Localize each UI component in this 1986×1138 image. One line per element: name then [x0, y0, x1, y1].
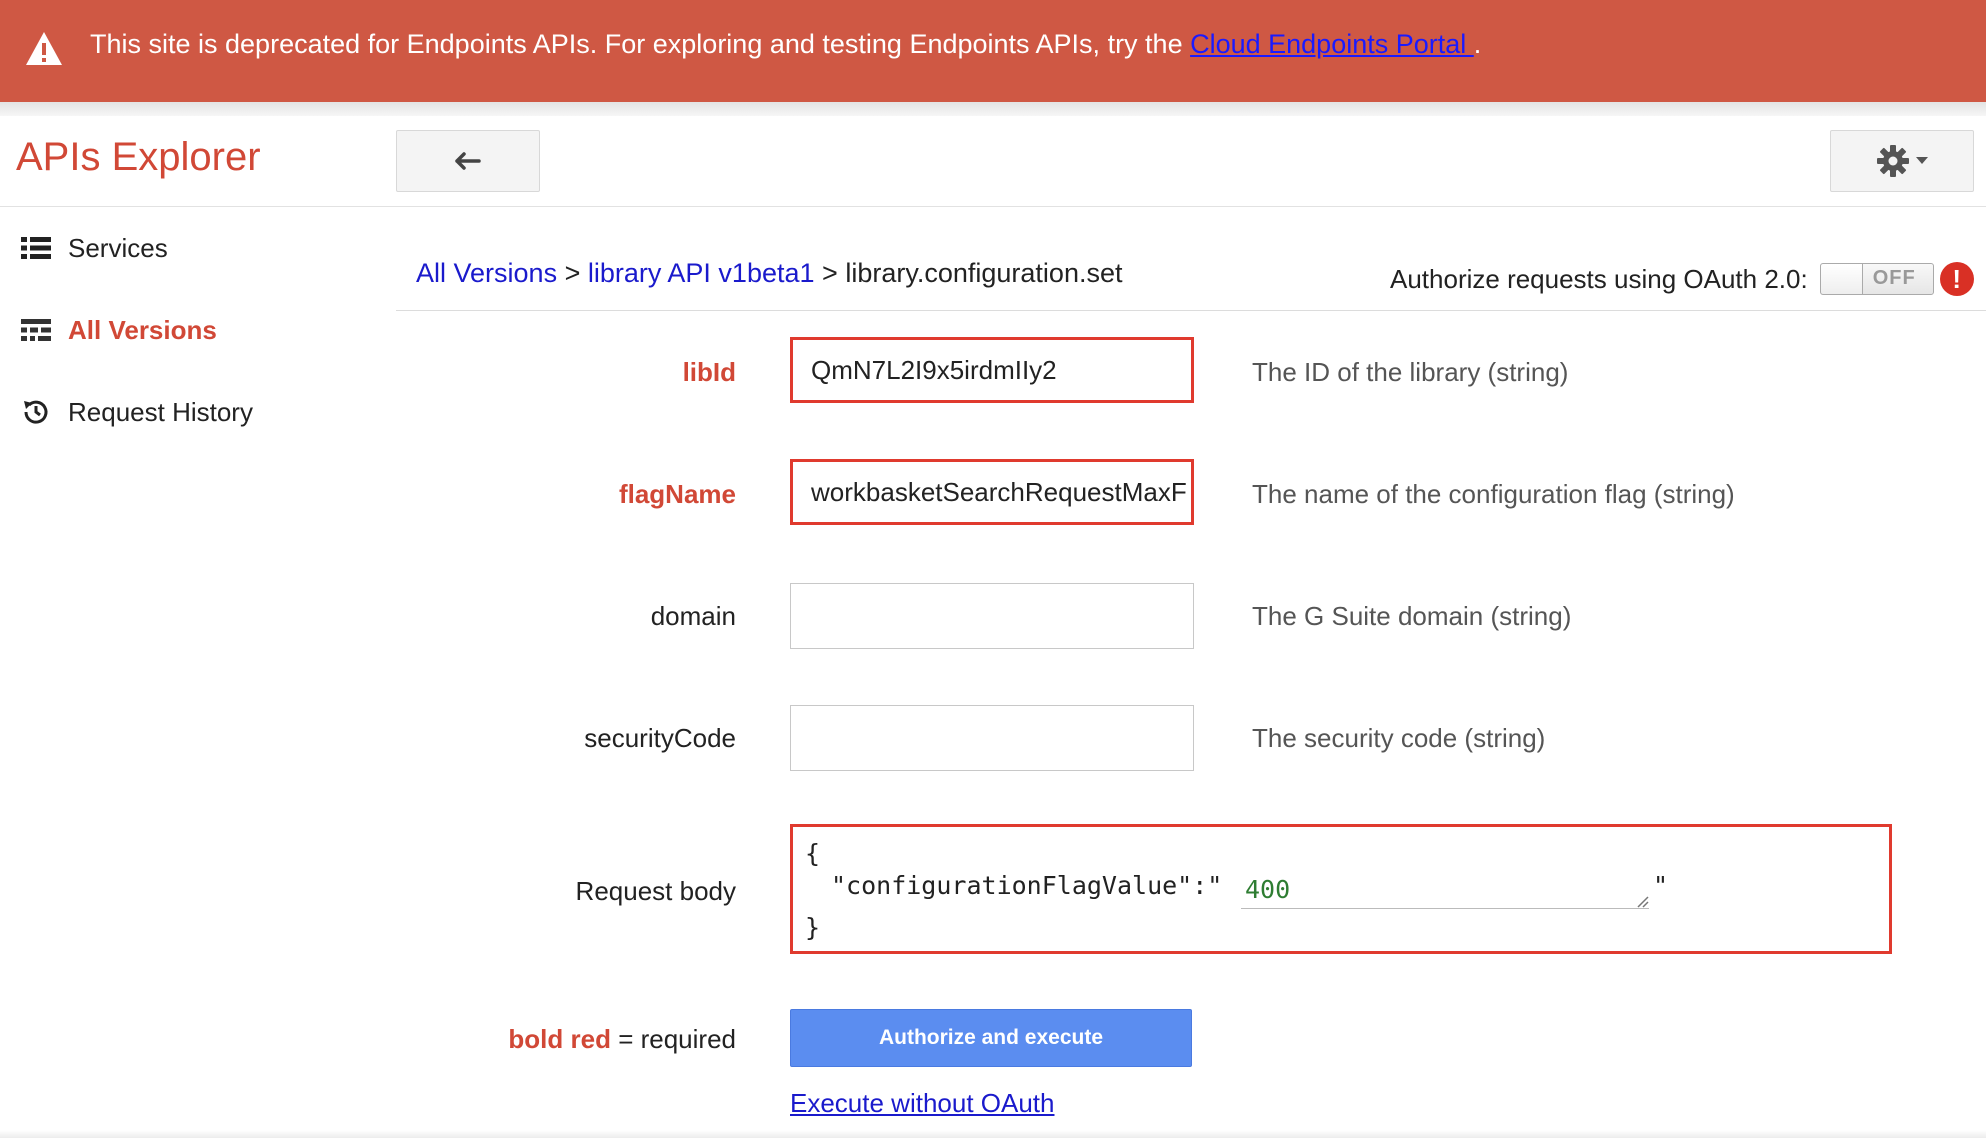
- flagname-input[interactable]: workbasketSearchRequestMaxF: [790, 459, 1194, 525]
- closing-quote: ": [1653, 871, 1669, 900]
- required-legend: bold red = required: [396, 1024, 736, 1055]
- breadcrumb-separator: >: [564, 258, 581, 288]
- toggle-knob: [1820, 264, 1863, 294]
- request-body-editor: { "configurationFlagValue":" 400 " }: [790, 824, 1892, 954]
- libid-description: The ID of the library (string): [1252, 357, 1569, 387]
- open-brace: {: [805, 839, 821, 868]
- sidebar-item-label: Request History: [68, 396, 253, 427]
- config-flag-value: 400: [1245, 875, 1291, 904]
- alert-icon: !: [1939, 262, 1974, 296]
- breadcrumb-library-api[interactable]: library API v1beta1: [588, 258, 815, 288]
- securitycode-label: securityCode: [584, 723, 736, 753]
- domain-label: domain: [650, 601, 736, 631]
- breadcrumb-divider: [396, 310, 1986, 311]
- back-button[interactable]: [396, 130, 540, 192]
- oauth-toggle[interactable]: OFF: [1819, 263, 1934, 295]
- domain-input[interactable]: [790, 583, 1194, 649]
- cloud-endpoints-portal-link[interactable]: Cloud Endpoints Portal: [1190, 29, 1474, 59]
- securitycode-description: The security code (string): [1252, 723, 1546, 753]
- legend-rest: = required: [610, 1024, 736, 1054]
- breadcrumb-all-versions[interactable]: All Versions: [416, 258, 557, 288]
- bottom-edge: [0, 1130, 1986, 1138]
- sidebar-item-label: Services: [68, 232, 168, 263]
- list-icon: [20, 232, 52, 264]
- banner-shadow: [0, 102, 1986, 116]
- legend-bold-red: bold red: [508, 1024, 611, 1054]
- versions-icon: [20, 314, 52, 346]
- domain-description: The G Suite domain (string): [1252, 601, 1572, 631]
- libid-label: libId: [682, 357, 736, 387]
- banner-suffix: .: [1473, 29, 1482, 59]
- libid-input[interactable]: QmN7L2I9x5irdmIIy2: [790, 337, 1194, 403]
- oauth-control: Authorize requests using OAuth 2.0: OFF …: [1390, 262, 1974, 296]
- banner-text: This site is deprecated for Endpoints AP…: [90, 29, 1191, 59]
- authorize-execute-button[interactable]: Authorize and execute: [790, 1009, 1192, 1067]
- warning-icon: [26, 32, 62, 65]
- banner-message: This site is deprecated for Endpoints AP…: [90, 29, 1481, 60]
- sidebar-item-services[interactable]: Services: [20, 232, 168, 264]
- history-icon: [20, 396, 52, 428]
- settings-button[interactable]: [1830, 130, 1974, 192]
- header-divider: [0, 206, 1986, 207]
- flagname-description: The name of the configuration flag (stri…: [1252, 479, 1735, 509]
- sidebar-item-request-history[interactable]: Request History: [20, 396, 253, 428]
- request-body-label: Request body: [575, 876, 736, 906]
- breadcrumb-separator: >: [822, 258, 838, 288]
- breadcrumb-current-method: library.configuration.set: [845, 258, 1123, 288]
- securitycode-input[interactable]: [790, 705, 1194, 771]
- oauth-label: Authorize requests using OAuth 2.0:: [1390, 263, 1808, 294]
- flagname-value: workbasketSearchRequestMaxF: [811, 476, 1187, 507]
- libid-value: QmN7L2I9x5irdmIIy2: [811, 354, 1057, 385]
- breadcrumb: All Versions > library API v1beta1 > lib…: [416, 258, 1122, 289]
- gear-icon: [1877, 145, 1909, 177]
- deprecation-banner: This site is deprecated for Endpoints AP…: [0, 0, 1986, 102]
- resize-handle-icon[interactable]: [1635, 894, 1649, 908]
- sidebar-item-all-versions[interactable]: All Versions: [20, 314, 217, 346]
- back-arrow-icon: [455, 152, 481, 170]
- flagname-label: flagName: [618, 479, 736, 509]
- close-brace: }: [805, 913, 821, 942]
- execute-without-oauth-link[interactable]: Execute without OAuth: [790, 1088, 1054, 1119]
- config-flag-value-input[interactable]: 400: [1241, 869, 1649, 909]
- toggle-state: OFF: [1872, 267, 1916, 289]
- app-title[interactable]: APIs Explorer: [16, 135, 261, 180]
- sidebar-item-label: All Versions: [68, 314, 217, 345]
- config-flag-key: "configurationFlagValue":": [831, 871, 1223, 900]
- caret-down-icon: [1916, 157, 1928, 164]
